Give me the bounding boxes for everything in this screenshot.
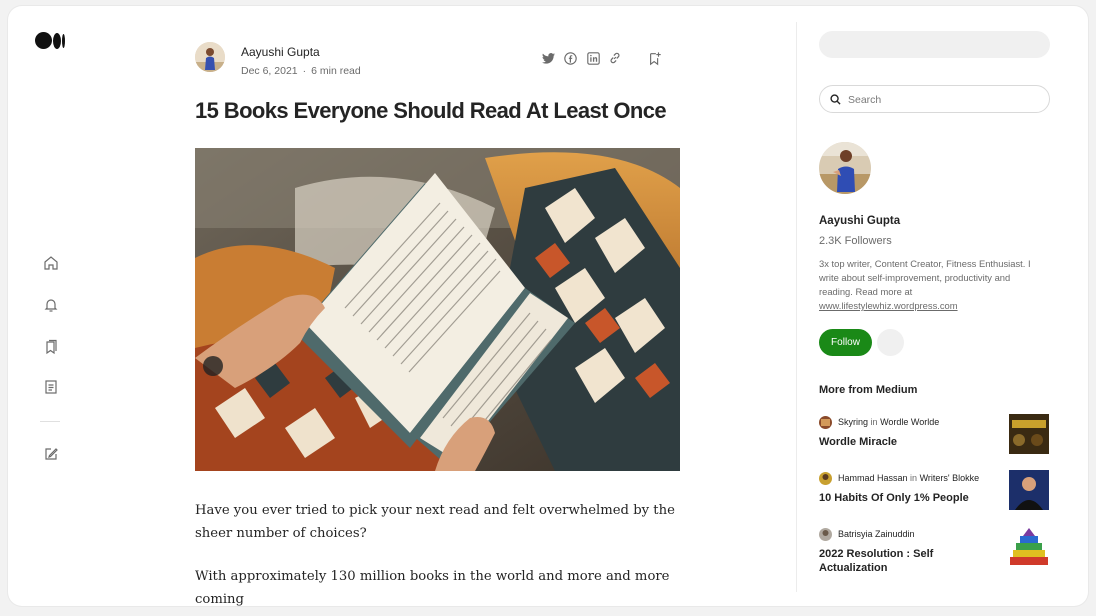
story-byline: Batrisyia Zainuddin	[838, 529, 915, 539]
more-from-medium-heading: More from Medium	[819, 384, 918, 396]
medium-logo[interactable]	[35, 32, 65, 49]
story-in: in	[870, 417, 878, 427]
twitter-icon[interactable]	[540, 50, 556, 66]
story-author-name: Skyring	[838, 417, 869, 427]
linkedin-icon[interactable]	[585, 50, 601, 66]
article-paragraph-1: Have you ever tried to pick your next re…	[195, 503, 675, 541]
story-thumbnail	[1009, 470, 1049, 510]
story-title: 2022 Resolution : Self Actualization	[819, 548, 934, 574]
story-byline: Skyring in Wordle Worlde	[838, 417, 939, 427]
story-byline: Hammad Hassan in Writers' Blokke	[838, 473, 979, 483]
publish-date: Dec 6, 2021	[241, 65, 298, 77]
search-box[interactable]	[819, 85, 1050, 113]
page-frame: Aayushi Gupta Dec 6, 2021 · 6 min read 15 …	[8, 6, 1088, 606]
profile-bio-link[interactable]: www.lifestylewhiz.wordpress.com	[819, 300, 958, 311]
bell-icon[interactable]	[40, 294, 62, 316]
article-title: 15 Books Everyone Should Read At Least O…	[195, 98, 667, 123]
facebook-icon[interactable]	[562, 50, 578, 66]
follow-button[interactable]: Follow	[819, 329, 872, 356]
get-started-button[interactable]	[819, 31, 1050, 58]
home-icon[interactable]	[40, 252, 62, 274]
story-item[interactable]: Batrisyia Zainuddin 2022 Resolution : Se…	[819, 526, 1050, 574]
profile-followers[interactable]: 2.3K Followers	[819, 235, 892, 247]
article-column: Aayushi Gupta Dec 6, 2021 · 6 min read 15 …	[195, 6, 685, 606]
sidebar: Aayushi Gupta 2.3K Followers 3x top writ…	[819, 6, 1059, 606]
story-author-name: Batrisyia Zainuddin	[838, 529, 915, 539]
sidebar-divider	[796, 22, 797, 592]
left-rail	[8, 6, 98, 606]
read-time: 6 min read	[311, 65, 361, 77]
profile-bio-text: 3x top writer, Content Creator, Fitness …	[819, 258, 1031, 297]
story-author-avatar	[819, 416, 832, 429]
article-paragraph-2: With approximately 130 million books in …	[195, 569, 670, 606]
bookmarks-icon[interactable]	[40, 336, 62, 358]
story-item[interactable]: Hammad Hassan in Writers' Blokke 10 Habi…	[819, 470, 1050, 516]
search-input[interactable]	[846, 90, 1045, 110]
document-icon[interactable]	[40, 376, 62, 398]
author-avatar[interactable]	[195, 42, 225, 72]
story-item[interactable]: Skyring in Wordle Worlde Wordle Miracle	[819, 414, 1050, 460]
search-icon	[830, 94, 841, 105]
author-row: Aayushi Gupta Dec 6, 2021 · 6 min read	[195, 42, 665, 82]
story-author-avatar	[819, 528, 832, 541]
write-icon[interactable]	[40, 443, 62, 465]
author-name[interactable]: Aayushi Gupta	[241, 45, 320, 59]
story-thumbnail	[1009, 414, 1049, 454]
story-title: Wordle Miracle	[819, 436, 898, 448]
story-author-avatar	[819, 472, 832, 485]
story-publication: Writers' Blokke	[919, 473, 980, 483]
profile-avatar[interactable]	[819, 142, 871, 194]
link-icon[interactable]	[607, 50, 623, 66]
profile-name[interactable]: Aayushi Gupta	[819, 215, 900, 227]
subscribe-button[interactable]	[877, 329, 904, 356]
story-publication: Wordle Worlde	[880, 417, 940, 427]
article-meta: Dec 6, 2021 · 6 min read	[241, 65, 361, 77]
story-in: in	[910, 473, 918, 483]
story-title: 10 Habits Of Only 1% People	[819, 492, 969, 504]
story-author-name: Hammad Hassan	[838, 473, 908, 483]
rail-divider	[40, 421, 60, 422]
profile-bio: 3x top writer, Content Creator, Fitness …	[819, 257, 1044, 313]
bookmark-add-icon[interactable]	[647, 50, 663, 66]
story-thumbnail	[1009, 526, 1049, 566]
meta-dot: ·	[302, 65, 307, 77]
hero-image	[195, 148, 680, 471]
